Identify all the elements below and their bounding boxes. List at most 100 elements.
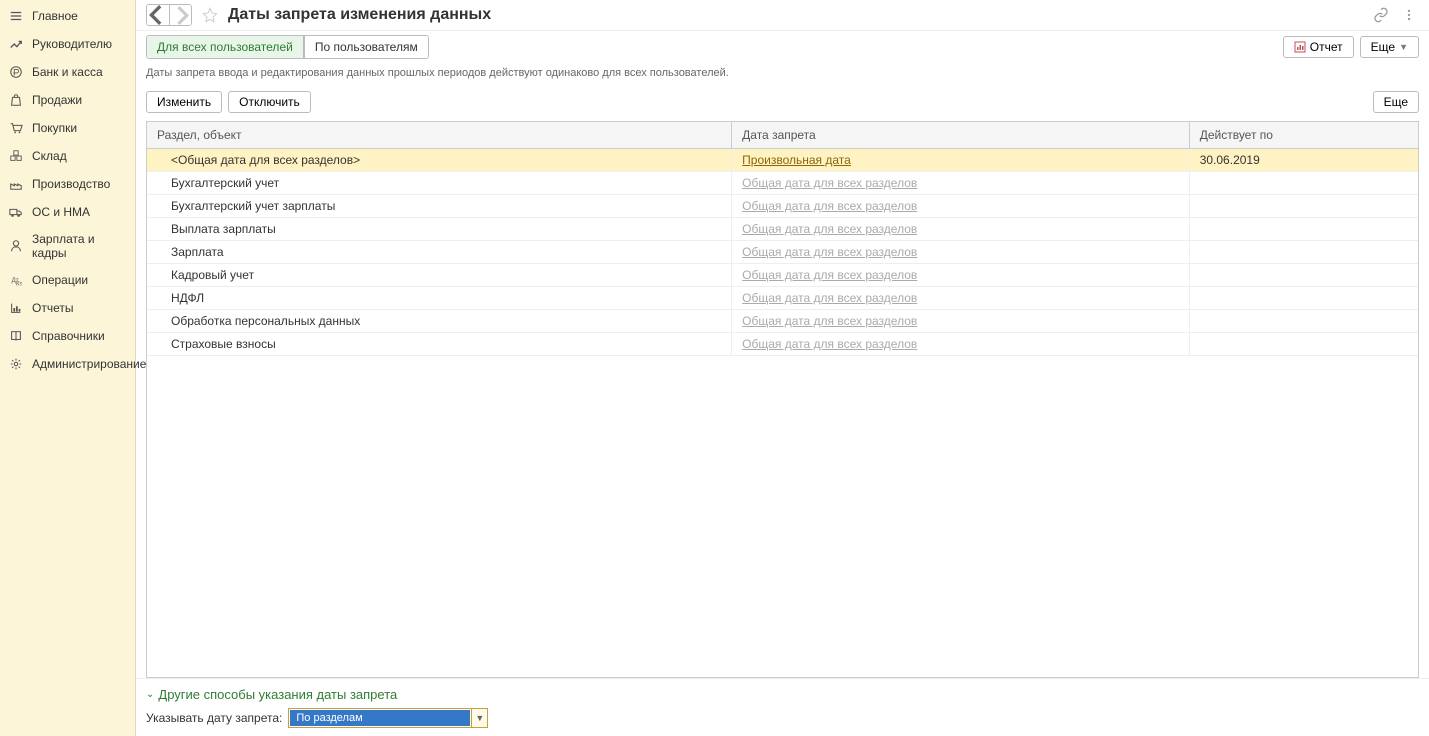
cell-section: Бухгалтерский учет [147, 172, 732, 195]
sidebar-item-11[interactable]: Справочники [0, 322, 135, 350]
favorite-button[interactable] [200, 5, 220, 25]
more-button-top[interactable]: Еще ▼ [1360, 36, 1419, 58]
cell-effective [1189, 195, 1418, 218]
date-link[interactable]: Общая дата для всех разделов [742, 337, 917, 351]
sections-table: Раздел, объект Дата запрета Действует по… [147, 122, 1418, 356]
link-icon[interactable] [1371, 5, 1391, 25]
cell-section: Зарплата [147, 241, 732, 264]
sidebar-item-12[interactable]: Администрирование [0, 350, 135, 378]
collapse-toggle[interactable]: ⌄ Другие способы указания даты запрета [146, 687, 1419, 702]
table-row[interactable]: Кадровый учетОбщая дата для всех раздело… [147, 264, 1418, 287]
sidebar-item-label: Главное [32, 9, 78, 23]
date-link[interactable]: Общая дата для всех разделов [742, 222, 917, 236]
cell-section: <Общая дата для всех разделов> [147, 149, 732, 172]
cell-date: Общая дата для всех разделов [732, 333, 1190, 356]
sidebar-item-label: Отчеты [32, 301, 73, 315]
back-button[interactable] [147, 5, 169, 25]
report-button-label: Отчет [1310, 40, 1343, 54]
tab-0[interactable]: Для всех пользователей [147, 36, 304, 58]
date-link[interactable]: Произвольная дата [742, 153, 851, 167]
nav-buttons [146, 4, 192, 26]
more-button-label: Еще [1371, 40, 1395, 54]
cell-date: Общая дата для всех разделов [732, 241, 1190, 264]
sidebar-item-10[interactable]: Отчеты [0, 294, 135, 322]
tab-group: Для всех пользователейПо пользователям [146, 35, 429, 59]
sidebar-item-label: Справочники [32, 329, 105, 343]
table-row[interactable]: <Общая дата для всех разделов> Произвольн… [147, 149, 1418, 172]
date-link[interactable]: Общая дата для всех разделов [742, 245, 917, 259]
sidebar-item-label: Администрирование [32, 357, 146, 371]
cell-date: Общая дата для всех разделов [732, 264, 1190, 287]
col-effective-header[interactable]: Действует по [1189, 122, 1418, 149]
sidebar-item-8[interactable]: Зарплата и кадры [0, 226, 135, 266]
cell-section: НДФЛ [147, 287, 732, 310]
select-value: По разделам [290, 710, 470, 726]
table-row[interactable]: Страховые взносыОбщая дата для всех разд… [147, 333, 1418, 356]
chevron-down-icon: ▼ [1399, 42, 1408, 52]
sidebar-item-label: Руководителю [32, 37, 112, 51]
report-button[interactable]: Отчет [1283, 36, 1354, 58]
sidebar-item-7[interactable]: ОС и НМА [0, 198, 135, 226]
date-link[interactable]: Общая дата для всех разделов [742, 314, 917, 328]
more-icon[interactable] [1399, 5, 1419, 25]
collapse-title: Другие способы указания даты запрета [158, 687, 397, 702]
table-row[interactable]: Обработка персональных данных Общая дата … [147, 310, 1418, 333]
sidebar-item-label: Склад [32, 149, 67, 163]
sidebar-item-3[interactable]: Продажи [0, 86, 135, 114]
footer: ⌄ Другие способы указания даты запрета У… [136, 678, 1429, 736]
factory-icon [8, 176, 24, 192]
cell-date: Общая дата для всех разделов [732, 172, 1190, 195]
table-row[interactable]: Зарплата Общая дата для всех разделов [147, 241, 1418, 264]
sidebar-item-2[interactable]: Банк и касса [0, 58, 135, 86]
sidebar-item-label: Операции [32, 273, 88, 287]
tab-1[interactable]: По пользователям [304, 36, 428, 58]
tabs-row: Для всех пользователейПо пользователям О… [136, 31, 1429, 63]
book-icon [8, 328, 24, 344]
cell-date: Общая дата для всех разделов [732, 310, 1190, 333]
col-date-header[interactable]: Дата запрета [732, 122, 1190, 149]
cell-effective [1189, 310, 1418, 333]
chart-icon [8, 300, 24, 316]
table-row[interactable]: Выплата зарплатыОбщая дата для всех разд… [147, 218, 1418, 241]
sidebar-item-6[interactable]: Производство [0, 170, 135, 198]
bag-icon [8, 92, 24, 108]
cell-effective [1189, 287, 1418, 310]
table-row[interactable]: Бухгалтерский учет Общая дата для всех ра… [147, 172, 1418, 195]
cell-section: Бухгалтерский учет зарплаты [147, 195, 732, 218]
date-mode-select[interactable]: По разделам ▼ [288, 708, 488, 728]
menu-icon [8, 8, 24, 24]
sidebar-item-label: Производство [32, 177, 110, 191]
date-link[interactable]: Общая дата для всех разделов [742, 291, 917, 305]
sidebar-item-0[interactable]: Главное [0, 2, 135, 30]
forward-button[interactable] [169, 5, 191, 25]
cell-effective [1189, 264, 1418, 287]
ruble-icon [8, 64, 24, 80]
cell-section: Обработка персональных данных [147, 310, 732, 333]
sidebar-item-1[interactable]: Руководителю [0, 30, 135, 58]
sidebar-item-9[interactable]: ДтКтОперации [0, 266, 135, 294]
main-content: Даты запрета изменения данных Для всех п… [136, 0, 1429, 736]
disable-button[interactable]: Отключить [228, 91, 311, 113]
select-label: Указывать дату запрета: [146, 711, 282, 725]
col-section-header[interactable]: Раздел, объект [147, 122, 732, 149]
chevron-down-icon[interactable]: ▼ [471, 709, 487, 727]
date-link[interactable]: Общая дата для всех разделов [742, 176, 917, 190]
cell-effective [1189, 172, 1418, 195]
cell-effective [1189, 333, 1418, 356]
header: Даты запрета изменения данных [136, 0, 1429, 31]
sidebar-item-label: Покупки [32, 121, 77, 135]
table-row[interactable]: НДФЛ Общая дата для всех разделов [147, 287, 1418, 310]
more-button-table[interactable]: Еще [1373, 91, 1419, 113]
trend-icon [8, 36, 24, 52]
sidebar-item-4[interactable]: Покупки [0, 114, 135, 142]
cell-effective [1189, 241, 1418, 264]
person-icon [8, 238, 24, 254]
edit-button[interactable]: Изменить [146, 91, 222, 113]
cell-effective: 30.06.2019 [1189, 149, 1418, 172]
table-row[interactable]: Бухгалтерский учет зарплаты Общая дата дл… [147, 195, 1418, 218]
sidebar-item-5[interactable]: Склад [0, 142, 135, 170]
date-link[interactable]: Общая дата для всех разделов [742, 199, 917, 213]
action-row: Изменить Отключить Еще [136, 83, 1429, 121]
cart-icon [8, 120, 24, 136]
date-link[interactable]: Общая дата для всех разделов [742, 268, 917, 282]
